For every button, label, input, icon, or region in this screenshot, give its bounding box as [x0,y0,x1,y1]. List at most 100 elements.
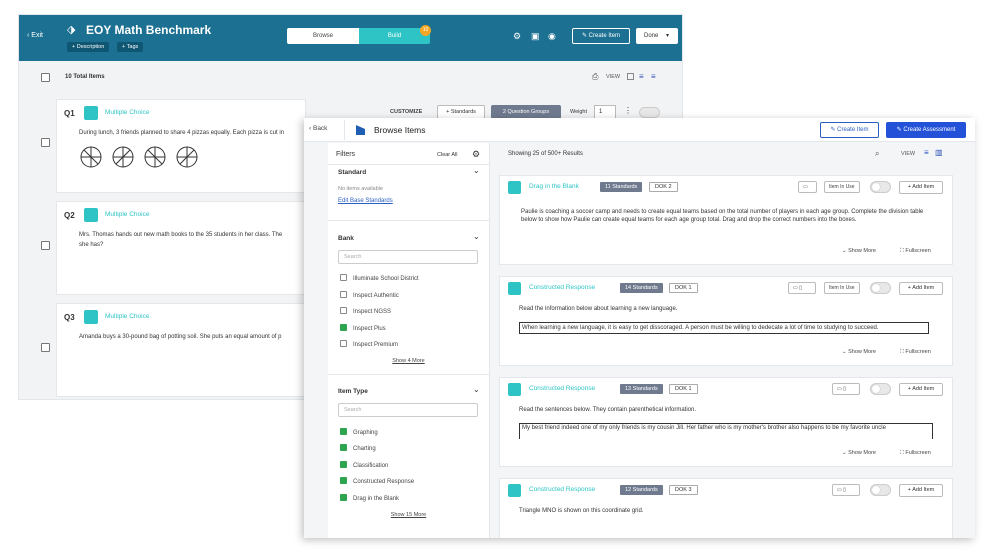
create-item-button[interactable]: ✎ Create Item [572,28,630,44]
clear-all-link[interactable]: Clear All [437,152,457,158]
q2-checkbox[interactable] [41,241,50,250]
dok-tag: DOK 2 [649,182,678,192]
search-icon[interactable]: ⌕ [875,149,879,159]
add-description-button[interactable]: + Description [67,42,110,52]
add-tags-button[interactable]: + Tags [117,42,144,52]
checkbox[interactable] [340,461,347,468]
grid-view-icon[interactable]: ▥ [935,148,943,157]
checkbox[interactable] [340,307,347,314]
tab-browse[interactable]: Browse [287,28,359,44]
select-all-checkbox[interactable] [41,73,50,82]
item-type-option[interactable]: Drag in the Blank [340,494,399,502]
standards-tag[interactable]: 13 Standards [620,384,663,394]
show-more-button[interactable]: ⌄ Show More [842,450,876,456]
checkbox[interactable] [340,494,347,501]
preview-icon[interactable]: ▭ ▯ [832,383,860,395]
q3-checkbox[interactable] [41,343,50,352]
item-type-option[interactable]: Classification [340,461,388,469]
bank-option[interactable]: Inspect NGSS [340,307,391,315]
multiple-choice-icon [84,106,98,120]
question-card[interactable]: Q1 Multiple Choice During lunch, 3 frien… [56,99,306,193]
chevron-down-icon[interactable]: ⌄ [473,385,480,394]
toggle-switch[interactable] [870,181,891,193]
gear-icon[interactable]: ⚙ [513,31,521,42]
standards-tag[interactable]: 11 Standards [600,182,643,192]
checkbox[interactable] [340,324,347,331]
build-count-badge: 10 [420,25,431,36]
preview-icon[interactable]: ▭ ▯ [832,484,860,496]
show-more-types-link[interactable]: Show 15 More [328,512,489,518]
toggle-switch[interactable] [870,484,891,496]
grid-view-icon[interactable] [627,73,634,80]
add-item-button[interactable]: + Add Item [899,383,943,396]
fullscreen-button[interactable]: ⛶ Fullscreen [900,248,931,255]
weight-input[interactable]: 1 [594,105,616,119]
checkbox[interactable] [340,428,347,435]
chevron-down-icon[interactable]: ⌄ [473,232,480,241]
toggle-switch[interactable] [870,383,891,395]
item-card[interactable]: Constructed Response 12 Standards DOK 3 … [499,478,953,538]
create-assessment-button[interactable]: ✎ Create Assessment [886,122,966,138]
toggle-switch[interactable] [639,107,660,118]
item-card[interactable]: Constructed Response 13 Standards DOK 1 … [499,377,953,467]
show-more-button[interactable]: ⌄ Show More [842,248,876,254]
question-text: Mrs. Thomas hands out new math books to … [79,232,283,238]
item-card[interactable]: Constructed Response 14 Standards DOK 1 … [499,276,953,366]
exit-button[interactable]: ‹ Exit [27,32,43,39]
show-more-bank-link[interactable]: Show 4 More [328,358,489,364]
back-button[interactable]: ‹ Back [309,125,327,132]
fullscreen-button[interactable]: ⛶ Fullscreen [900,450,931,457]
standards-tag[interactable]: 12 Standards [620,485,663,495]
done-dropdown[interactable]: Done ▾ [636,28,678,44]
bank-option[interactable]: Inspect Premium [340,340,398,348]
chevron-down-icon[interactable]: ⌄ [473,166,480,175]
item-type-option[interactable]: Charting [340,444,376,452]
list-view-icon[interactable]: ≡ [924,148,929,157]
constructed-response-icon [508,484,521,497]
question-number: Q1 [64,109,75,118]
item-type-search-input[interactable]: Search [338,403,478,417]
bank-option[interactable]: Illuminate School District [340,274,419,282]
fullscreen-button[interactable]: ⛶ Fullscreen [900,349,931,356]
question-card[interactable]: Q2 Multiple Choice Mrs. Thomas hands out… [56,201,306,295]
print-icon[interactable]: ▣ [531,31,540,42]
show-more-button[interactable]: ⌄ Show More [842,349,876,355]
add-item-button[interactable]: + Add Item [899,282,943,295]
question-groups-button[interactable]: 2 Question Groups [491,105,561,119]
standards-button[interactable]: + Standards [437,105,485,119]
edit-base-standards-link[interactable]: Edit Base Standards [338,198,393,204]
option-label: Classification [353,463,389,469]
question-card[interactable]: Q3 Multiple Choice Amanda buys a 30-poun… [56,303,306,397]
compact-view-icon[interactable]: ≡ [651,73,659,81]
item-type-option[interactable]: Graphing [340,428,378,436]
checkbox[interactable] [340,291,347,298]
gear-icon[interactable]: ⚙ [472,149,480,160]
question-text: Amanda buys a 30-pound bag of potting so… [79,334,282,340]
item-card[interactable]: Drag in the Blank 11 Standards DOK 2 ▭ I… [499,175,953,265]
item-type: Constructed Response [529,284,596,291]
checkbox[interactable] [340,340,347,347]
checkbox[interactable] [340,274,347,281]
toggle-switch[interactable] [870,282,891,294]
more-icon[interactable]: ⋮ [624,106,632,115]
fullscreen-label: Fullscreen [905,450,931,456]
item-type-option[interactable]: Constructed Response [340,477,414,485]
divider [328,220,489,221]
preview-icon[interactable]: ▭ ▯ [788,282,816,294]
bank-option[interactable]: Inspect Authentic [340,291,399,299]
drag-in-blank-icon [508,181,521,194]
add-item-button[interactable]: + Add Item [899,181,943,194]
bank-option[interactable]: Inspect Plus [340,324,386,332]
standards-tag[interactable]: 14 Standards [620,283,663,293]
q1-checkbox[interactable] [41,138,50,147]
pizza-images [80,146,198,168]
add-item-button[interactable]: + Add Item [899,484,943,497]
preview-icon[interactable]: ▭ [798,181,817,193]
create-item-button[interactable]: ✎ Create Item [820,122,879,138]
checkbox[interactable] [340,444,347,451]
print-icon[interactable]: ⎙ [592,72,598,82]
checkbox[interactable] [340,477,347,484]
list-view-icon[interactable]: ≡ [639,73,647,81]
eye-icon[interactable]: ◉ [548,31,556,42]
bank-search-input[interactable]: Search [338,250,478,264]
